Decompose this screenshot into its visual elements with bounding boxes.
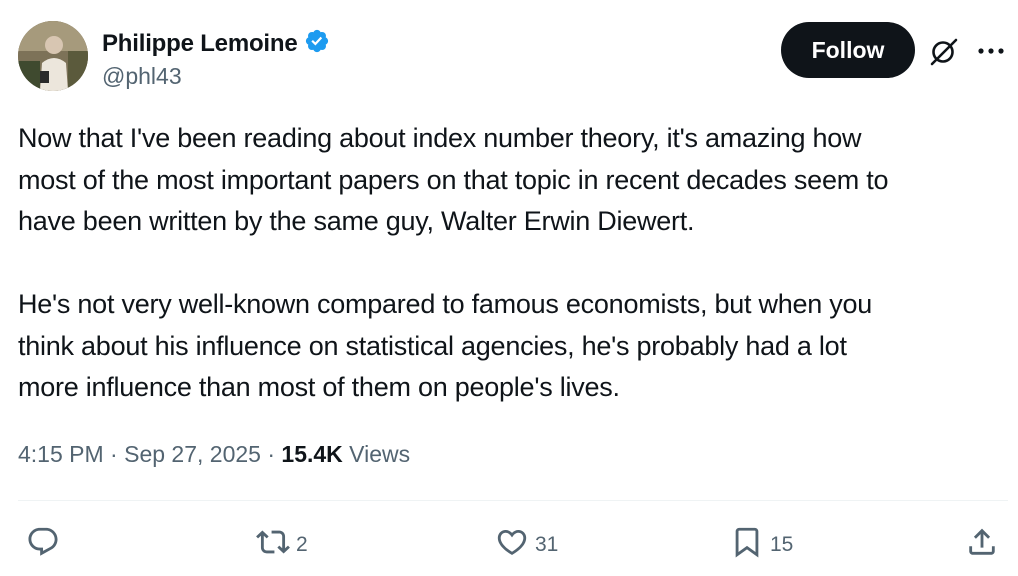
share-icon (965, 525, 999, 565)
author-handle[interactable]: @phl43 (102, 63, 182, 90)
author-name-row: Philippe Lemoine (102, 28, 330, 59)
tweet-date[interactable]: Sep 27, 2025 (124, 441, 261, 467)
meta-separator: · (267, 441, 276, 467)
author-name[interactable]: Philippe Lemoine (102, 30, 298, 58)
views-label: Views (349, 441, 411, 467)
views-count: 15.4K (281, 441, 343, 467)
more-icon[interactable] (976, 38, 1006, 64)
verified-badge-icon (304, 28, 330, 59)
share-button[interactable] (965, 527, 999, 563)
like-count: 31 (535, 533, 559, 556)
tweet-time[interactable]: 4:15 PM (18, 441, 104, 467)
like-button[interactable]: 31 (495, 527, 558, 563)
retweet-icon (256, 525, 290, 565)
tweet-text: Now that I've been reading about index n… (18, 118, 1008, 409)
tweet-meta: 4:15 PM · Sep 27, 2025 · 15.4K Views (18, 441, 410, 468)
avatar[interactable] (18, 21, 88, 91)
retweet-count: 2 (296, 533, 308, 556)
grok-icon[interactable] (929, 37, 959, 67)
bookmark-icon (730, 525, 764, 565)
tweet-paragraph: He's not very well-known compared to fam… (18, 289, 873, 402)
reply-icon (26, 525, 60, 565)
tweet-paragraph: Now that I've been reading about index n… (18, 123, 889, 236)
bookmark-button[interactable]: 15 (730, 527, 793, 563)
retweet-button[interactable]: 2 (256, 527, 308, 563)
reply-button[interactable] (26, 527, 66, 563)
divider (18, 500, 1008, 501)
heart-icon (495, 525, 529, 565)
follow-button[interactable]: Follow (781, 22, 915, 78)
bookmark-count: 15 (770, 533, 794, 556)
meta-separator: · (110, 441, 118, 467)
